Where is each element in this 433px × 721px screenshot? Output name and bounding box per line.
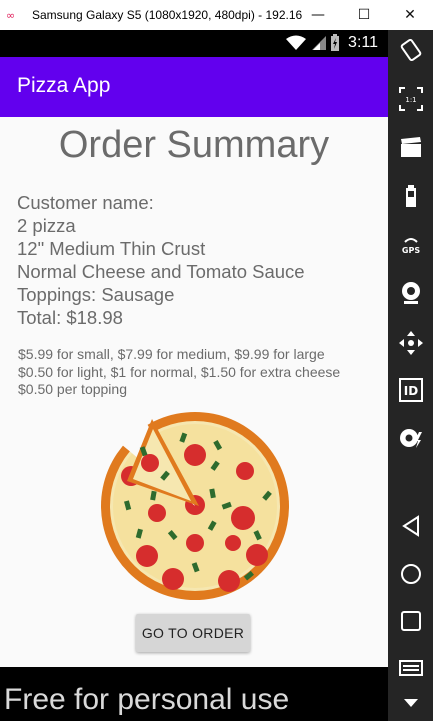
size-pricing-line: $5.99 for small, $7.99 for medium, $9.99… xyxy=(18,346,325,362)
topping-pricing-line: $0.50 per topping xyxy=(18,381,127,397)
gps-icon[interactable]: GPS xyxy=(388,232,433,258)
scale-icon[interactable]: 1:1 xyxy=(388,86,433,112)
clapper-icon[interactable] xyxy=(388,136,433,158)
dpad-icon[interactable] xyxy=(388,330,433,356)
camera-icon[interactable] xyxy=(388,280,433,306)
quantity-line: 2 pizza xyxy=(17,215,76,236)
maximize-button[interactable]: ☐ xyxy=(341,0,387,30)
pricing-info: $5.99 for small, $7.99 for medium, $9.99… xyxy=(18,346,340,399)
app-title: Pizza App xyxy=(17,74,111,97)
scale-label: 1:1 xyxy=(405,96,416,104)
page-title: Order Summary xyxy=(58,124,330,166)
watermark: Free for personal use xyxy=(4,683,290,716)
gps-label: GPS xyxy=(401,246,419,255)
status-time: 3:11 xyxy=(348,34,378,51)
home-icon[interactable] xyxy=(388,562,433,586)
window-titlebar: ∞ Samsung Galaxy S5 (1080x1920, 480dpi) … xyxy=(0,0,433,30)
order-details: Customer name: 2 pizza 12" Medium Thin C… xyxy=(17,191,305,329)
pizza-illustration xyxy=(101,412,289,600)
more-icon[interactable] xyxy=(388,698,433,708)
close-button[interactable]: ✕ xyxy=(387,0,433,30)
battery-status-icon xyxy=(331,34,339,51)
rotate-icon[interactable] xyxy=(388,38,433,62)
toppings-line: Toppings: Sausage xyxy=(17,284,175,305)
app-logo-icon: ∞ xyxy=(6,8,15,22)
go-to-order-button[interactable]: GO TO ORDER xyxy=(136,614,250,652)
overview-icon[interactable] xyxy=(388,610,433,632)
wifi-icon xyxy=(286,35,306,50)
back-icon[interactable] xyxy=(388,514,433,538)
size-crust-line: 12" Medium Thin Crust xyxy=(17,238,206,259)
screen-record-icon[interactable] xyxy=(388,426,433,450)
id-label: ID xyxy=(403,384,417,398)
status-bar: 3:11 xyxy=(0,30,388,57)
phone-screen: 3:11 Pizza App Order Summary Customer na… xyxy=(0,30,388,721)
total-line: Total: $18.98 xyxy=(17,307,123,328)
cheese-sauce-line: Normal Cheese and Tomato Sauce xyxy=(17,261,305,282)
battery-icon[interactable] xyxy=(388,184,433,208)
menu-icon[interactable] xyxy=(388,660,433,676)
minimize-button[interactable]: — xyxy=(295,0,341,30)
emulator-toolbar: 1:1 GPS ID xyxy=(388,30,433,721)
signal-icon xyxy=(312,35,326,50)
cheese-pricing-line: $0.50 for light, $1 for normal, $1.50 fo… xyxy=(18,363,341,380)
id-icon[interactable]: ID xyxy=(388,378,433,402)
order-summary-screen: Order Summary Customer name: 2 pizza 12"… xyxy=(0,117,388,667)
window-title: Samsung Galaxy S5 (1080x1920, 480dpi) - … xyxy=(32,8,302,22)
app-bar: Pizza App xyxy=(0,57,388,117)
customer-name-line: Customer name: xyxy=(17,192,154,213)
